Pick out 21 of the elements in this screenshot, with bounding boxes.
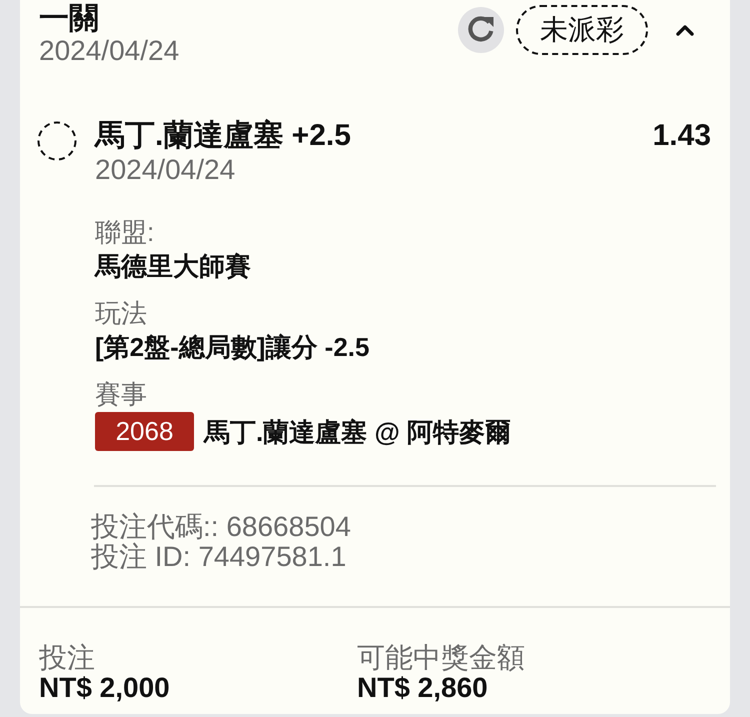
refresh-button[interactable]: [458, 7, 504, 53]
bet-date: 2024/04/24: [39, 36, 180, 66]
dashed-circle-icon: [37, 121, 77, 161]
detail-value: 馬德里大師賽: [95, 250, 252, 283]
selection-date: 2024/04/24: [95, 154, 236, 186]
selection-name: 馬丁.蘭達盧塞 +2.5: [95, 118, 351, 154]
amount-value: NT$ 2,000: [39, 673, 171, 703]
detail-value: [第2盤-總局數]讓分 -2.5: [95, 331, 370, 364]
odds-value: 1.43: [652, 118, 711, 154]
detail-label: 聯盟:: [95, 216, 156, 249]
detail-label: 玩法: [95, 297, 148, 330]
amount-label: 可能中獎金額: [357, 643, 526, 673]
bet-code-text: 投注 ID: 74497581.1: [91, 542, 348, 572]
amount-value: NT$ 2,860: [357, 673, 489, 703]
bet-title: 一關: [39, 2, 100, 36]
event-teams: 馬丁.蘭達盧塞 @ 阿特麥爾: [204, 416, 512, 448]
event-code-badge: 2068: [95, 412, 194, 451]
detail-label: 賽事: [95, 378, 148, 411]
status-badge: 未派彩: [516, 5, 648, 55]
amount-label: 投注: [39, 643, 96, 673]
bet-code-text: 投注代碼:: 68668504: [91, 512, 352, 542]
